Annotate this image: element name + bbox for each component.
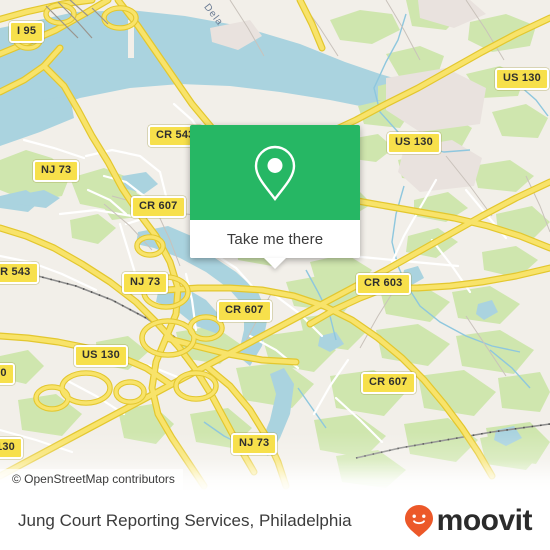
road-shield: NJ 73: [33, 160, 80, 182]
popup-pointer-tail: [264, 258, 286, 269]
popup-action-area[interactable]: Take me there: [190, 220, 360, 258]
road-shield: US 130: [74, 345, 128, 367]
road-shield: CR 543: [0, 262, 39, 284]
road-shield: CR 607: [131, 196, 186, 218]
map-pin-icon: [254, 145, 296, 201]
osm-attribution[interactable]: © OpenStreetMap contributors: [0, 469, 183, 490]
road-shield: I 95: [9, 21, 45, 43]
road-shield: NJ 73: [231, 433, 278, 455]
road-shield: CR 603: [356, 273, 411, 295]
place-title: Jung Court Reporting Services, Philadelp…: [18, 511, 352, 530]
footer-bar: Jung Court Reporting Services, Philadelp…: [0, 492, 550, 550]
road-shield: CR 607: [217, 300, 272, 322]
road-shield: NJ 73: [122, 272, 169, 294]
road-shield: 00: [0, 363, 15, 385]
road-shield: 130: [0, 437, 23, 459]
popup-image-area: [190, 125, 360, 220]
moovit-pin-smile-icon: [404, 505, 433, 537]
take-me-there-button[interactable]: Take me there: [227, 231, 323, 248]
road-shield: US 130: [387, 132, 441, 154]
place-popup-card[interactable]: Take me there: [190, 125, 360, 269]
map-canvas[interactable]: Dela I 95CR 543NJ 73CR 607CR 543NJ 73CR …: [0, 0, 550, 492]
moovit-brand[interactable]: moovit: [404, 504, 533, 538]
moovit-wordmark: moovit: [436, 504, 533, 537]
road-shield: CR 607: [361, 372, 416, 394]
road-shield: US 130: [495, 68, 549, 90]
moovit-place-map-card: Dela I 95CR 543NJ 73CR 607CR 543NJ 73CR …: [0, 0, 550, 550]
